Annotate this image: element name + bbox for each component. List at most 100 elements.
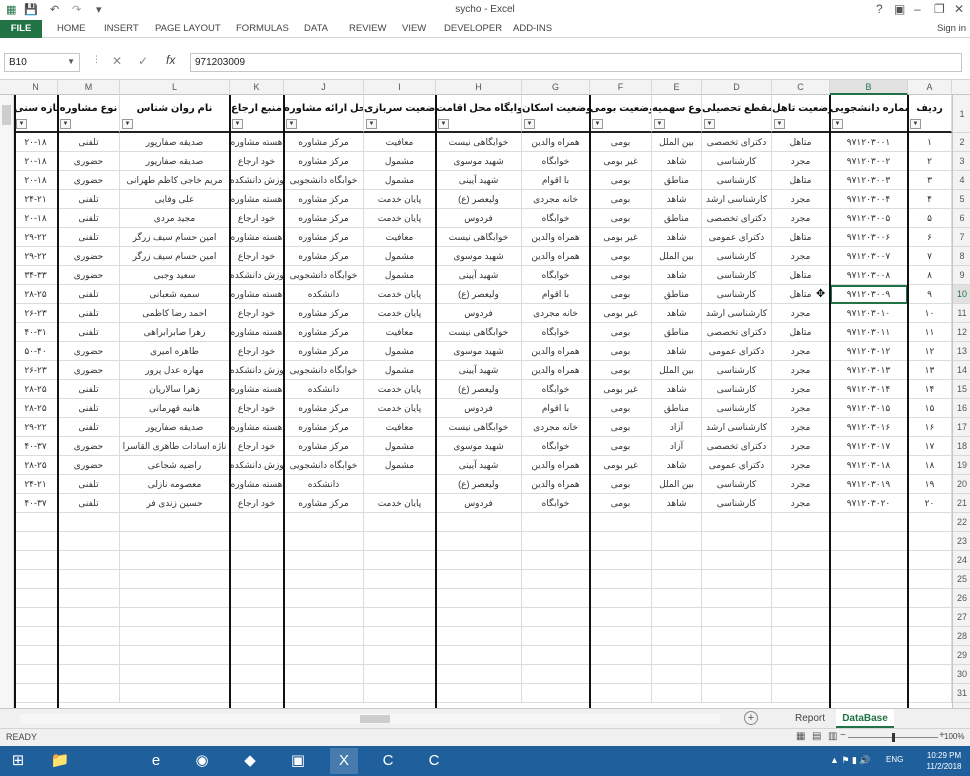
empty-cell[interactable]: [590, 513, 652, 532]
table-cell[interactable]: تلفنی: [58, 380, 120, 399]
empty-cell[interactable]: [830, 684, 908, 703]
table-cell[interactable]: خوابگاه دانشجویی: [284, 456, 364, 475]
filter-dropdown-icon[interactable]: ▼: [832, 119, 843, 129]
filter-dropdown-icon[interactable]: ▼: [16, 119, 27, 129]
table-cell[interactable]: هسته مشاوره: [230, 475, 284, 494]
table-cell[interactable]: دکترای تخصصی: [702, 133, 772, 152]
empty-cell[interactable]: [590, 684, 652, 703]
table-cell[interactable]: ۹: [908, 285, 952, 304]
row-header[interactable]: 20: [953, 475, 970, 494]
column-header-i[interactable]: I: [364, 80, 436, 95]
empty-cell[interactable]: [284, 646, 364, 665]
table-cell[interactable]: مناطق: [652, 285, 702, 304]
empty-cell[interactable]: [652, 570, 702, 589]
table-cell[interactable]: ۹۷۱۲۰۳۰۰۵: [830, 209, 908, 228]
table-cell[interactable]: راضیه شجاعی: [120, 456, 230, 475]
table-cell[interactable]: تلفنی: [58, 475, 120, 494]
empty-cell[interactable]: [652, 532, 702, 551]
empty-cell[interactable]: [772, 513, 830, 532]
table-cell[interactable]: ۲۶-۲۳: [14, 304, 58, 323]
empty-cell[interactable]: [436, 608, 522, 627]
table-cell[interactable]: همراه والدین: [522, 247, 590, 266]
empty-cell[interactable]: [522, 627, 590, 646]
table-cell[interactable]: مرکز مشاوره: [284, 399, 364, 418]
table-cell[interactable]: با اقوام: [522, 171, 590, 190]
table-cell[interactable]: متاهل: [772, 323, 830, 342]
empty-cell[interactable]: [14, 608, 58, 627]
tab-developer[interactable]: DEVELOPER: [444, 23, 502, 34]
table-cell[interactable]: بومی: [590, 209, 652, 228]
empty-cell[interactable]: [830, 627, 908, 646]
empty-cell[interactable]: [58, 570, 120, 589]
empty-cell[interactable]: [230, 684, 284, 703]
empty-cell[interactable]: [702, 532, 772, 551]
table-cell[interactable]: حضوری: [58, 342, 120, 361]
table-cell[interactable]: ۹۷۱۲۰۳۰۰۳: [830, 171, 908, 190]
table-cell[interactable]: تلفنی: [58, 285, 120, 304]
row-header[interactable]: 17: [953, 418, 970, 437]
row-header[interactable]: 6: [953, 209, 970, 228]
empty-cell[interactable]: [652, 551, 702, 570]
normal-view-icon[interactable]: ▦: [796, 731, 805, 742]
empty-cell[interactable]: [120, 608, 230, 627]
table-cell[interactable]: ۹۷۱۲۰۳۰۱۸: [830, 456, 908, 475]
empty-cell[interactable]: [652, 608, 702, 627]
table-cell[interactable]: تلفنی: [58, 190, 120, 209]
table-cell[interactable]: ۹۷۱۲۰۳۰۱۰: [830, 304, 908, 323]
table-cell[interactable]: مجرد: [772, 380, 830, 399]
table-cell[interactable]: دانشکده: [284, 285, 364, 304]
table-cell[interactable]: مشمول: [364, 171, 436, 190]
table-cell[interactable]: بومی: [590, 266, 652, 285]
zoom-out-icon[interactable]: −: [840, 730, 846, 741]
row-header[interactable]: 19: [953, 456, 970, 475]
empty-cell[interactable]: [908, 627, 952, 646]
table-cell[interactable]: معصومه نازلی: [120, 475, 230, 494]
empty-cell[interactable]: [58, 608, 120, 627]
table-cell[interactable]: مجرد: [772, 437, 830, 456]
table-cell[interactable]: خود ارجاع: [230, 399, 284, 418]
empty-cell[interactable]: [14, 551, 58, 570]
table-cell[interactable]: همراه والدین: [522, 475, 590, 494]
empty-cell[interactable]: [590, 532, 652, 551]
table-cell[interactable]: ۱۵: [908, 399, 952, 418]
table-cell[interactable]: متاهل: [772, 133, 830, 152]
row-header[interactable]: 21: [953, 494, 970, 513]
empty-cell[interactable]: [652, 589, 702, 608]
table-cell[interactable]: شاهد: [652, 342, 702, 361]
table-cell[interactable]: ۱۱: [908, 323, 952, 342]
empty-cell[interactable]: [908, 532, 952, 551]
empty-cell[interactable]: [702, 627, 772, 646]
empty-cell[interactable]: [58, 627, 120, 646]
empty-cell[interactable]: [364, 646, 436, 665]
table-cell[interactable]: متاهل: [772, 266, 830, 285]
empty-cell[interactable]: [14, 646, 58, 665]
table-cell[interactable]: خوابگاه: [522, 209, 590, 228]
empty-cell[interactable]: [14, 589, 58, 608]
empty-cell[interactable]: [14, 513, 58, 532]
table-cell[interactable]: ۹۷۱۲۰۳۰۱۲: [830, 342, 908, 361]
table-cell[interactable]: ۱: [908, 133, 952, 152]
empty-cell[interactable]: [590, 646, 652, 665]
table-cell[interactable]: حضوری: [58, 247, 120, 266]
empty-cell[interactable]: [230, 532, 284, 551]
row-header[interactable]: 24: [953, 551, 970, 570]
vertical-scrollbar[interactable]: [0, 95, 14, 708]
header-cell[interactable]: نوع سهمیه ▼: [652, 95, 702, 133]
tab-insert[interactable]: INSERT: [104, 23, 139, 34]
table-cell[interactable]: شاهد: [652, 266, 702, 285]
restore-icon[interactable]: ❐: [934, 2, 945, 16]
table-cell[interactable]: مرکز مشاوره: [284, 152, 364, 171]
empty-cell[interactable]: [120, 684, 230, 703]
table-cell[interactable]: بومی: [590, 323, 652, 342]
tab-formulas[interactable]: FORMULAS: [236, 23, 289, 34]
table-cell[interactable]: هسته مشاوره: [230, 418, 284, 437]
empty-cell[interactable]: [830, 646, 908, 665]
table-cell[interactable]: دکترای عمومی: [702, 342, 772, 361]
empty-cell[interactable]: [522, 532, 590, 551]
empty-cell[interactable]: [436, 646, 522, 665]
table-cell[interactable]: مناطق: [652, 209, 702, 228]
table-cell[interactable]: مرکز مشاوره: [284, 190, 364, 209]
table-cell[interactable]: بومی: [590, 285, 652, 304]
table-cell[interactable]: ولیعصر (ع): [436, 285, 522, 304]
table-cell[interactable]: مناطق: [652, 399, 702, 418]
